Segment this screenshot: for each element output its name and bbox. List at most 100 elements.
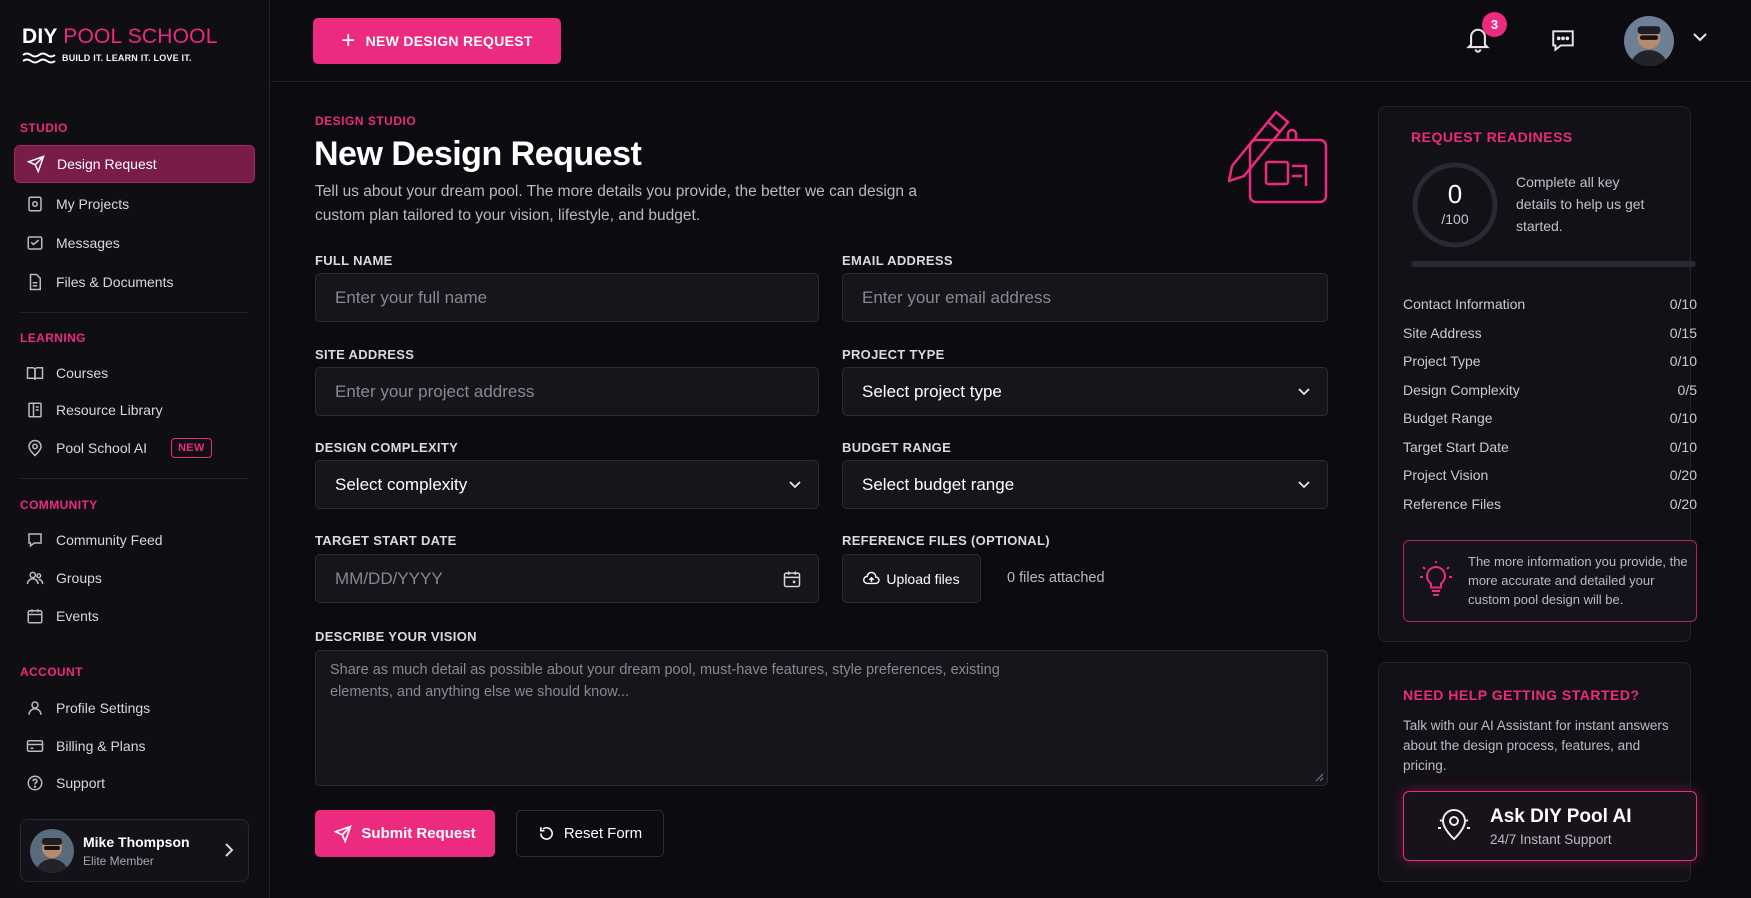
new-design-request-button[interactable]: + NEW DESIGN REQUEST bbox=[313, 18, 561, 64]
sidebar-item-label: Community Feed bbox=[56, 532, 163, 548]
chevron-down-icon bbox=[789, 481, 801, 489]
sidebar-item-label: My Projects bbox=[56, 196, 130, 212]
top-avatar[interactable] bbox=[1624, 16, 1674, 66]
tip-box: The more information you provide, the mo… bbox=[1403, 540, 1697, 622]
sidebar-item-community-feed[interactable]: Community Feed bbox=[14, 521, 255, 559]
readiness-score-max: /100 bbox=[1441, 211, 1469, 227]
criteria-row: Design Complexity 0/5 bbox=[1403, 382, 1697, 398]
sidebar-item-courses[interactable]: Courses bbox=[14, 354, 255, 392]
readiness-progress-bar bbox=[1411, 261, 1696, 267]
nav-section-studio: STUDIO bbox=[0, 118, 270, 138]
sidebar-item-messages[interactable]: Messages bbox=[14, 224, 255, 262]
user-profile-card[interactable]: Mike Thompson Elite Member bbox=[20, 819, 249, 882]
sidebar-item-profile-settings[interactable]: Profile Settings bbox=[14, 689, 255, 727]
criteria-row: Budget Range 0/10 bbox=[1403, 410, 1697, 426]
sidebar-item-design-request[interactable]: Design Request bbox=[14, 145, 255, 183]
complexity-value: Select complexity bbox=[335, 474, 468, 494]
help-icon bbox=[27, 775, 43, 791]
email-label: EMAIL ADDRESS bbox=[842, 253, 953, 268]
upload-files-label: Upload files bbox=[886, 570, 960, 587]
help-heading: NEED HELP GETTING STARTED? bbox=[1403, 687, 1640, 703]
sidebar-item-files-documents[interactable]: Files & Documents bbox=[14, 263, 255, 301]
vision-textarea[interactable]: Share as much detail as possible about y… bbox=[315, 650, 1328, 786]
sidebar-item-support[interactable]: Support bbox=[14, 764, 255, 802]
resize-handle-icon[interactable] bbox=[1314, 772, 1324, 782]
logo[interactable]: DIY POOL SCHOOL BUILD IT. LEARN IT. LOVE… bbox=[22, 26, 218, 65]
nav-section-learning: LEARNING bbox=[0, 328, 270, 348]
start-date-input[interactable]: MM/DD/YYYY bbox=[315, 554, 819, 603]
criteria-value: 0/10 bbox=[1669, 410, 1697, 426]
ask-ai-button[interactable]: Ask DIY Pool AI 24/7 Instant Support bbox=[1403, 791, 1697, 861]
site-address-input[interactable]: Enter your project address bbox=[315, 367, 819, 416]
sidebar-item-label: Files & Documents bbox=[56, 274, 174, 290]
chat-icon[interactable] bbox=[1550, 27, 1576, 53]
notification-badge: 3 bbox=[1482, 12, 1507, 37]
sidebar-item-label: Pool School AI bbox=[56, 440, 148, 456]
sidebar-divider bbox=[20, 478, 248, 479]
feed-icon bbox=[28, 533, 42, 548]
email-input[interactable]: Enter your email address bbox=[842, 273, 1328, 322]
sidebar-item-resource-library[interactable]: Resource Library bbox=[14, 391, 255, 429]
criteria-value: 0/10 bbox=[1669, 439, 1697, 455]
send-icon bbox=[27, 155, 45, 173]
sidebar-item-pool-school-ai[interactable]: Pool School AI NEW bbox=[14, 429, 255, 467]
files-attached-status: 0 files attached bbox=[1007, 570, 1105, 586]
design-pencil-icon bbox=[1228, 110, 1328, 204]
budget-value: Select budget range bbox=[862, 474, 1015, 494]
upload-files-button[interactable]: Upload files bbox=[842, 554, 981, 603]
ask-ai-title: Ask DIY Pool AI bbox=[1490, 806, 1632, 827]
criteria-label: Reference Files bbox=[1403, 496, 1502, 512]
sidebar-item-label: Resource Library bbox=[56, 402, 163, 418]
nav-section-community: COMMUNITY bbox=[0, 495, 270, 515]
tip-text: The more information you provide, the mo… bbox=[1468, 554, 1688, 607]
criteria-label: Site Address bbox=[1403, 325, 1482, 341]
readiness-heading: REQUEST READINESS bbox=[1411, 129, 1573, 145]
nav-heading-account: ACCOUNT bbox=[20, 665, 83, 679]
start-date-placeholder: MM/DD/YYYY bbox=[335, 568, 443, 588]
page-title: New Design Request bbox=[314, 135, 642, 173]
criteria-value: 0/5 bbox=[1677, 382, 1697, 398]
nav-heading-learning: LEARNING bbox=[20, 331, 86, 345]
complexity-select[interactable]: Select complexity bbox=[315, 460, 819, 509]
user-icon bbox=[28, 701, 42, 715]
criteria-row: Project Type 0/10 bbox=[1403, 353, 1697, 369]
project-type-label: PROJECT TYPE bbox=[842, 347, 945, 362]
criteria-row: Contact Information 0/10 bbox=[1403, 296, 1697, 312]
complexity-label: DESIGN COMPLEXITY bbox=[315, 440, 459, 455]
nav-section-account: ACCOUNT bbox=[0, 662, 270, 682]
sidebar-item-billing-plans[interactable]: Billing & Plans bbox=[14, 727, 255, 765]
criteria-label: Contact Information bbox=[1403, 296, 1526, 312]
criteria-value: 0/15 bbox=[1669, 325, 1697, 341]
lightbulb-icon bbox=[1420, 561, 1452, 596]
chevron-down-icon bbox=[1298, 481, 1310, 489]
user-name: Mike Thompson bbox=[83, 833, 190, 850]
criteria-value: 0/20 bbox=[1669, 467, 1697, 483]
calendar-icon[interactable] bbox=[782, 569, 802, 589]
sidebar-item-events[interactable]: Events bbox=[14, 597, 255, 635]
sidebar-item-label: Profile Settings bbox=[56, 700, 151, 716]
new-design-request-label: NEW DESIGN REQUEST bbox=[365, 33, 533, 49]
sidebar-item-groups[interactable]: Groups bbox=[14, 559, 255, 597]
sidebar-item-my-projects[interactable]: My Projects bbox=[14, 185, 255, 223]
criteria-row: Reference Files 0/20 bbox=[1403, 496, 1697, 512]
criteria-value: 0/20 bbox=[1669, 496, 1697, 512]
page-kicker: DESIGN STUDIO bbox=[315, 114, 417, 128]
groups-icon bbox=[26, 571, 44, 585]
ai-assistant-icon bbox=[1438, 808, 1470, 841]
messages-icon bbox=[27, 236, 43, 250]
projects-icon bbox=[28, 196, 42, 212]
project-type-select[interactable]: Select project type bbox=[842, 367, 1328, 416]
sidebar-item-label: Courses bbox=[56, 365, 109, 381]
reference-files-label: REFERENCE FILES (OPTIONAL) bbox=[842, 533, 1050, 548]
page-subtitle: Tell us about your dream pool. The more … bbox=[315, 183, 917, 224]
chevron-down-icon bbox=[1298, 388, 1310, 396]
logo-tagline: BUILD IT. LEARN IT. LOVE IT. bbox=[62, 53, 192, 63]
budget-select[interactable]: Select budget range bbox=[842, 460, 1328, 509]
chevron-down-icon[interactable] bbox=[1692, 32, 1708, 42]
submit-request-button[interactable]: Submit Request bbox=[315, 810, 495, 857]
start-date-label: TARGET START DATE bbox=[315, 533, 457, 548]
reset-form-button[interactable]: Reset Form bbox=[516, 810, 664, 857]
ask-ai-subtitle: 24/7 Instant Support bbox=[1490, 832, 1612, 847]
criteria-label: Project Type bbox=[1403, 353, 1481, 369]
full-name-input[interactable]: Enter your full name bbox=[315, 273, 819, 322]
